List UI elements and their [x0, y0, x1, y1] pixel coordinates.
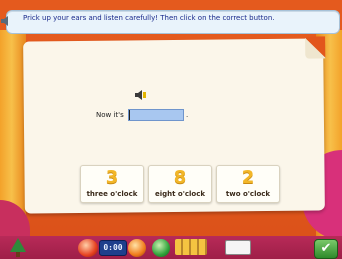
choice-label: three o'clock	[86, 190, 138, 198]
instruction-text: Prick up your ears and listen carefully!…	[23, 14, 275, 22]
tree-icon[interactable]	[8, 236, 28, 258]
text-cursor	[129, 110, 130, 120]
check-icon[interactable]: ✔	[314, 239, 338, 259]
choice-number: 3	[105, 167, 119, 188]
speaker-icon[interactable]	[1, 16, 11, 26]
choice-number: 2	[241, 167, 255, 188]
answer-field[interactable]	[128, 109, 184, 121]
tool-button[interactable]	[128, 239, 146, 257]
choice-number: 8	[173, 167, 187, 188]
page-curl	[305, 36, 326, 59]
play-sound-icon[interactable]	[135, 90, 147, 100]
clock-display: 0:00	[99, 240, 127, 256]
media-strip-icon[interactable]	[175, 239, 207, 255]
choice-button-three[interactable]: 3 three o'clock	[80, 165, 144, 203]
menu-button[interactable]	[78, 239, 98, 257]
choice-label: two o'clock	[225, 190, 271, 198]
choice-button-two[interactable]: 2 two o'clock	[216, 165, 280, 203]
choice-label: eight o'clock	[154, 190, 206, 198]
question-suffix: .	[186, 111, 189, 119]
card-icon[interactable]	[225, 240, 251, 255]
bottom-toolbar	[0, 236, 342, 259]
question-prefix: Now it's	[96, 111, 124, 119]
choice-button-eight[interactable]: 8 eight o'clock	[148, 165, 212, 203]
help-button[interactable]	[152, 239, 170, 257]
instruction-bar: Prick up your ears and listen carefully!…	[6, 10, 340, 34]
